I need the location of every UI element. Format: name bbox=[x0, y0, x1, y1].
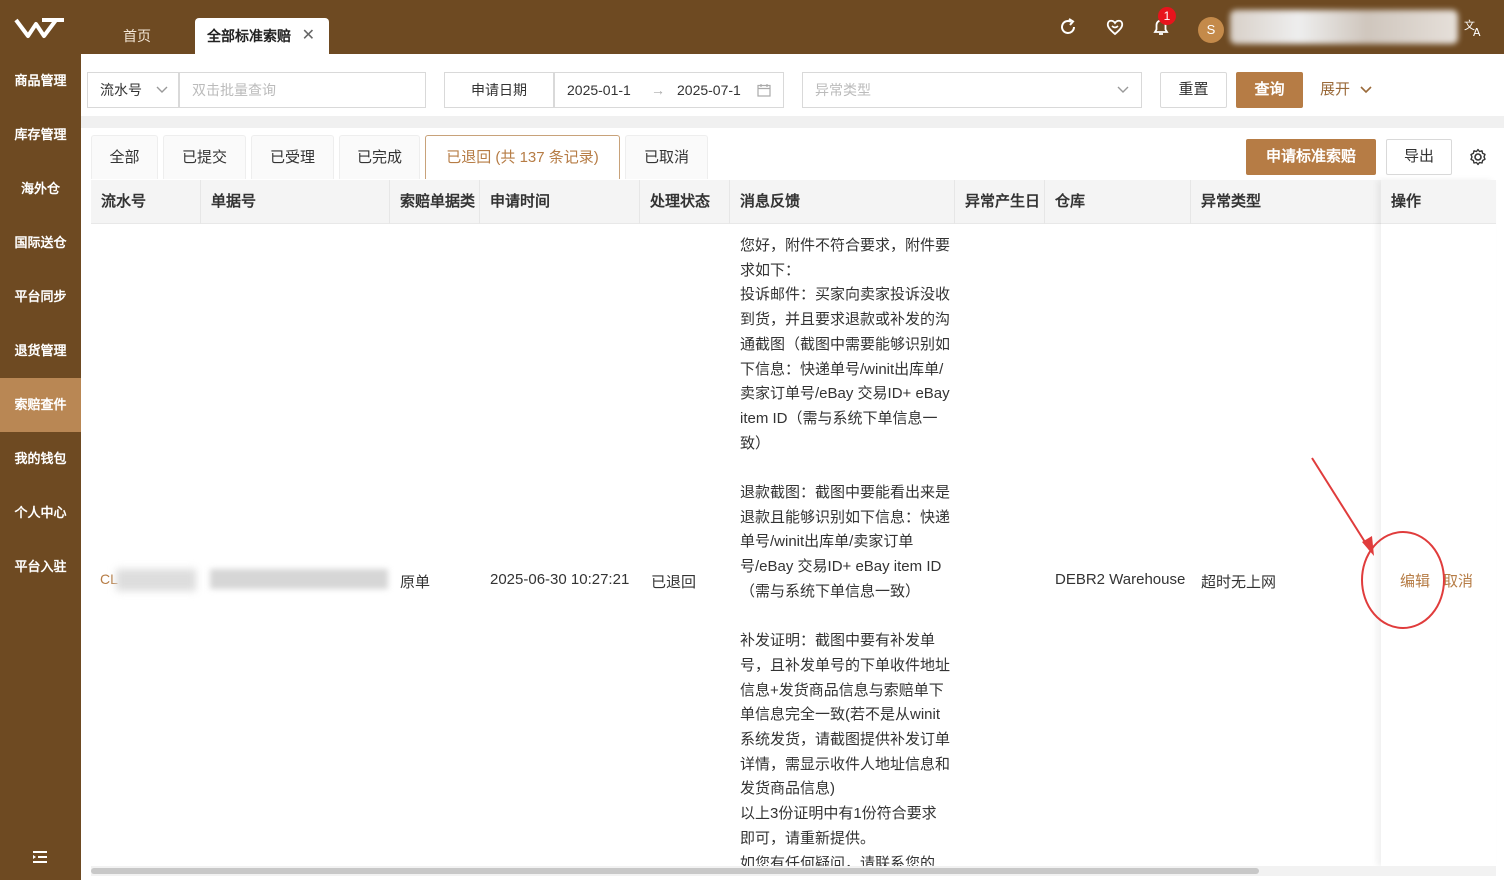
exception-type-select[interactable]: 异常类型 bbox=[802, 72, 1142, 108]
batch-search-input[interactable]: 双击批量查询 bbox=[179, 72, 426, 108]
tab-returned[interactable]: 已退回 (共 137 条记录) bbox=[425, 135, 620, 179]
message-line: 您好，附件不符合要求，附件要求如下： bbox=[740, 237, 951, 279]
message-line bbox=[740, 605, 950, 630]
sidebar-item-platform-onboarding[interactable]: 平台入驻 bbox=[0, 540, 81, 594]
date-end[interactable]: 2025-07-1 bbox=[677, 73, 741, 107]
date-start[interactable]: 2025-01-1 bbox=[567, 82, 631, 98]
notification-badge: 1 bbox=[1158, 7, 1176, 25]
chevron-down-icon bbox=[1360, 86, 1372, 94]
doc-number-redacted bbox=[210, 569, 388, 589]
message-feedback: 您好，附件不符合要求，附件要求如下： 投诉邮件：买家向卖家投诉没收到货，并且要求… bbox=[740, 234, 950, 876]
col-exception-type[interactable]: 异常类型 bbox=[1191, 180, 1381, 224]
scrollbar-thumb[interactable] bbox=[91, 868, 1259, 874]
tab-cancelled[interactable]: 已取消 bbox=[625, 135, 708, 179]
close-icon[interactable]: ✕ bbox=[302, 18, 315, 54]
sidebar-item-overseas-warehouse[interactable]: 海外仓 bbox=[0, 162, 81, 216]
calendar-icon bbox=[757, 84, 771, 97]
field-select[interactable]: 流水号 bbox=[87, 72, 179, 108]
tab-accepted[interactable]: 已受理 bbox=[251, 135, 334, 179]
col-doc-number[interactable]: 单据号 bbox=[201, 180, 390, 224]
operations-column: 操作 编辑 取消 bbox=[1381, 180, 1496, 866]
message-line: 以上3份证明中有1份符合要求即可，请重新提供。 bbox=[740, 805, 937, 847]
sidebar-item-inventory[interactable]: 库存管理 bbox=[0, 108, 81, 162]
chevron-down-icon bbox=[1117, 86, 1129, 93]
date-type-label[interactable]: 申请日期 bbox=[444, 72, 554, 108]
sidebar-item-platform-sync[interactable]: 平台同步 bbox=[0, 270, 81, 324]
query-button[interactable]: 查询 bbox=[1236, 72, 1303, 108]
tab-submitted[interactable]: 已提交 bbox=[163, 135, 246, 179]
sidebar: 商品管理 库存管理 海外仓 国际送仓 平台同步 退货管理 索赔查件 我的钱包 个… bbox=[0, 54, 81, 880]
field-select-value: 流水号 bbox=[100, 82, 142, 98]
horizontal-scrollbar[interactable] bbox=[91, 866, 1496, 876]
expand-label: 展开 bbox=[1320, 81, 1351, 98]
collapse-menu-icon[interactable] bbox=[31, 849, 49, 865]
sidebar-item-profile[interactable]: 个人中心 bbox=[0, 486, 81, 540]
tab-label: 全部标准索赔 bbox=[207, 28, 291, 44]
message-line: 投诉邮件：买家向卖家投诉没收到货，并且要求退款或补发的沟通截图（截图中需要能够识… bbox=[740, 286, 951, 452]
sidebar-item-international-delivery[interactable]: 国际送仓 bbox=[0, 216, 81, 270]
message-line: 退款截图：截图中要能看出来是退款且能够识别如下信息：快递单号/winit出库单/… bbox=[740, 484, 951, 600]
svg-text:A: A bbox=[1473, 26, 1481, 38]
date-arrow: → bbox=[651, 82, 665, 98]
col-warehouse[interactable]: 仓库 bbox=[1045, 180, 1191, 224]
sidebar-item-claims[interactable]: 索赔查件 bbox=[0, 378, 81, 432]
col-claim-doc-type[interactable]: 索赔单据类 bbox=[390, 180, 480, 224]
gear-icon[interactable] bbox=[1468, 147, 1488, 167]
tab-completed[interactable]: 已完成 bbox=[339, 135, 420, 179]
cancel-button[interactable]: 取消 bbox=[1443, 570, 1473, 591]
col-message[interactable]: 消息反馈 bbox=[730, 180, 955, 224]
sidebar-item-products[interactable]: 商品管理 bbox=[0, 54, 81, 108]
sidebar-item-wallet[interactable]: 我的钱包 bbox=[0, 432, 81, 486]
table-header: 流水号 单据号 索赔单据类 申请时间 处理状态 消息反馈 异常产生日 仓库 异常… bbox=[91, 180, 1496, 224]
apply-time: 2025-06-30 10:27:21 bbox=[490, 571, 630, 588]
favorite-icon[interactable] bbox=[1104, 16, 1126, 38]
top-bar: 首页 全部标准索赔 ✕ 1 S 文 A bbox=[0, 0, 1504, 54]
refresh-icon[interactable] bbox=[1057, 16, 1079, 38]
reset-button[interactable]: 重置 bbox=[1160, 72, 1227, 108]
export-button[interactable]: 导出 bbox=[1386, 139, 1452, 175]
filter-separator bbox=[81, 116, 1504, 128]
col-operations: 操作 bbox=[1381, 180, 1496, 224]
col-status[interactable]: 处理状态 bbox=[640, 180, 730, 224]
sidebar-item-returns[interactable]: 退货管理 bbox=[0, 324, 81, 378]
exception-type-placeholder: 异常类型 bbox=[815, 82, 871, 98]
doc-type: 原单 bbox=[400, 574, 431, 591]
status-text: 已退回 bbox=[651, 574, 697, 591]
edit-button[interactable]: 编辑 bbox=[1400, 570, 1430, 591]
serial-redacted bbox=[116, 569, 196, 591]
col-exception-date[interactable]: 异常产生日 bbox=[955, 180, 1045, 224]
apply-standard-claim-button[interactable]: 申请标准索赔 bbox=[1246, 139, 1376, 175]
translate-icon[interactable]: 文 A bbox=[1463, 16, 1485, 38]
tab-all[interactable]: 全部 bbox=[91, 135, 158, 179]
expand-filters-button[interactable]: 展开 bbox=[1320, 72, 1372, 108]
chevron-down-icon bbox=[156, 86, 168, 93]
tab-home[interactable]: 首页 bbox=[92, 18, 182, 54]
tab-all-standard-claims[interactable]: 全部标准索赔 ✕ bbox=[195, 18, 329, 54]
date-range-picker[interactable]: 2025-01-1 → 2025-07-1 bbox=[554, 72, 784, 108]
avatar[interactable]: S bbox=[1198, 17, 1224, 43]
message-line bbox=[740, 456, 950, 481]
warehouse: DEBR2 Warehouse bbox=[1055, 571, 1186, 588]
username-redacted[interactable] bbox=[1230, 10, 1458, 44]
col-serial[interactable]: 流水号 bbox=[91, 180, 201, 224]
message-line: 补发证明：截图中要有补发单号，且补发单号的下单收件地址信息+发货商品信息与索赔单… bbox=[740, 632, 951, 798]
logo-icon[interactable] bbox=[12, 14, 68, 42]
exception-type: 超时无上网 bbox=[1201, 574, 1277, 591]
col-apply-time[interactable]: 申请时间 bbox=[480, 180, 640, 224]
